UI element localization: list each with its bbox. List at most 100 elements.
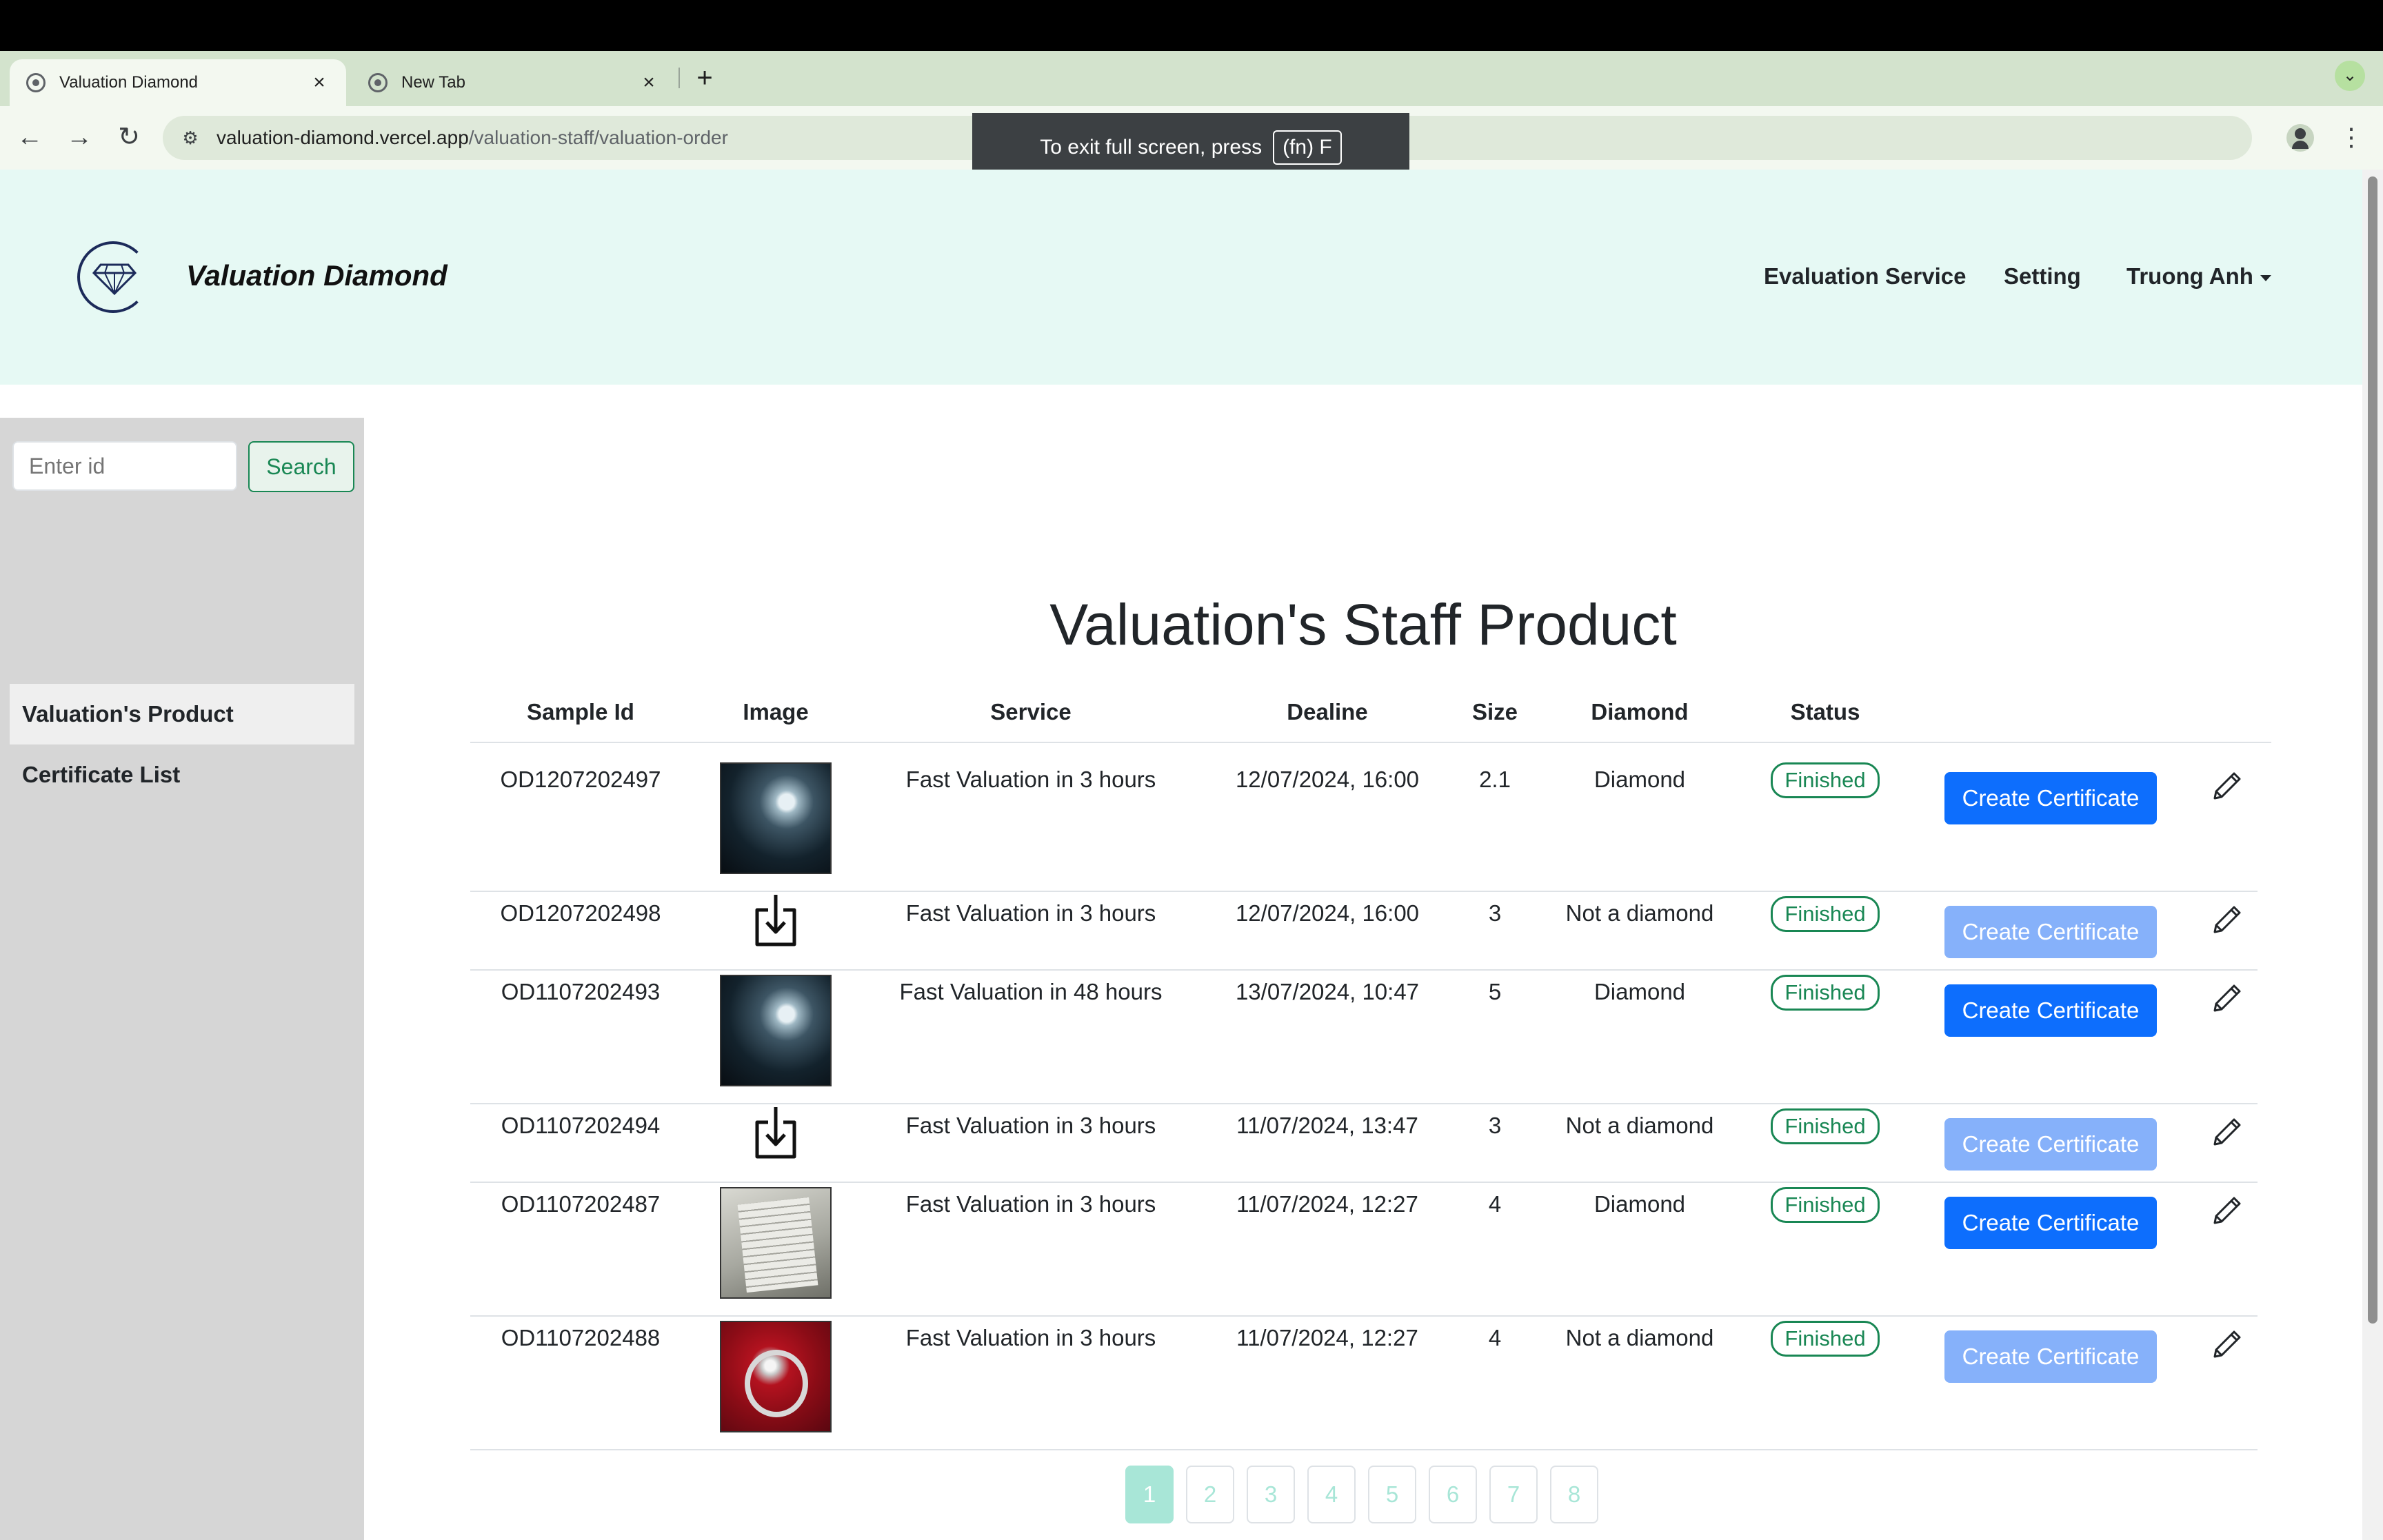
- nav-evaluation-service[interactable]: Evaluation Service: [1764, 263, 1966, 290]
- size-cell: 4: [1488, 1325, 1502, 1350]
- deadline-cell: 12/07/2024, 16:00: [1235, 767, 1420, 792]
- page-2-button[interactable]: 2: [1186, 1466, 1234, 1523]
- service-cell: Fast Valuation in 3 hours: [905, 767, 1156, 792]
- chrome-icon: [368, 73, 388, 92]
- page-title: Valuation's Staff Product: [1049, 592, 1677, 657]
- profile-avatar-icon[interactable]: [2286, 124, 2314, 152]
- reload-icon[interactable]: ↻: [112, 120, 146, 154]
- diamond-cell: Diamond: [1593, 979, 1686, 1004]
- tab-new-tab[interactable]: New Tab ×: [352, 59, 676, 106]
- search-button[interactable]: Search: [248, 441, 354, 492]
- create-certificate-button[interactable]: Create Certificate: [1944, 906, 2157, 958]
- page-3-button[interactable]: 3: [1247, 1466, 1295, 1523]
- row-divider: [470, 1315, 2258, 1317]
- close-icon[interactable]: ×: [309, 71, 330, 94]
- back-arrow-icon[interactable]: ←: [12, 120, 47, 154]
- tab-title: New Tab: [401, 73, 465, 92]
- browser-window: Valuation Diamond × New Tab × + ⌄ ← → ↻ …: [0, 0, 2383, 1540]
- diamond-cell: Not a diamond: [1565, 900, 1714, 926]
- download-icon[interactable]: [752, 1104, 800, 1159]
- status-badge: Finished: [1771, 1321, 1880, 1357]
- row-divider: [470, 891, 2258, 892]
- status-badge: Finished: [1771, 762, 1880, 798]
- pencil-icon[interactable]: [2211, 1328, 2244, 1361]
- pencil-icon[interactable]: [2211, 1115, 2244, 1148]
- sample-id-cell: OD1107202488: [501, 1325, 661, 1350]
- product-thumbnail[interactable]: [720, 1321, 832, 1432]
- service-cell: Fast Valuation in 3 hours: [905, 1191, 1156, 1217]
- page-6-button[interactable]: 6: [1429, 1466, 1477, 1523]
- scrollbar-thumb[interactable]: [2368, 176, 2377, 1324]
- deadline-cell: 11/07/2024, 13:47: [1236, 1113, 1418, 1138]
- sample-id-cell: OD1207202497: [500, 767, 661, 792]
- header-divider: [470, 742, 2271, 743]
- column-header-status: Status: [1790, 699, 1860, 725]
- tab-valuation-diamond[interactable]: Valuation Diamond ×: [10, 59, 346, 106]
- pencil-icon[interactable]: [2211, 1194, 2244, 1227]
- create-certificate-button[interactable]: Create Certificate: [1944, 984, 2157, 1037]
- site-info-icon[interactable]: ⚙: [179, 127, 201, 149]
- new-tab-button[interactable]: +: [691, 59, 718, 97]
- sidebar-item-label: Certificate List: [22, 762, 181, 787]
- screen-top-bar: [0, 0, 2383, 51]
- row-divider: [470, 1182, 2258, 1183]
- search-input[interactable]: [12, 441, 237, 491]
- page-1-button[interactable]: 1: [1125, 1466, 1174, 1523]
- url-path: /valuation-staff/valuation-order: [468, 127, 728, 148]
- column-header-diamond: Diamond: [1591, 699, 1689, 725]
- row-divider: [470, 969, 2258, 971]
- tab-list-chevron-icon[interactable]: ⌄: [2335, 61, 2365, 91]
- pencil-icon[interactable]: [2211, 982, 2244, 1015]
- product-thumbnail[interactable]: [720, 975, 832, 1086]
- url-text[interactable]: valuation-diamond.vercel.app/valuation-s…: [217, 127, 728, 149]
- product-thumbnail[interactable]: [720, 1187, 832, 1299]
- page-8-button[interactable]: 8: [1550, 1466, 1598, 1523]
- create-certificate-button[interactable]: Create Certificate: [1944, 1330, 2157, 1383]
- download-icon[interactable]: [752, 892, 800, 947]
- sidebar-item-label: Valuation's Product: [22, 701, 234, 727]
- diamond-logo-icon[interactable]: [77, 241, 149, 313]
- status-badge: Finished: [1771, 975, 1880, 1011]
- column-header-sample-id: Sample Id: [527, 699, 634, 725]
- sidebar-item-valuations-product[interactable]: Valuation's Product: [10, 684, 354, 744]
- service-cell: Fast Valuation in 3 hours: [905, 1113, 1156, 1138]
- diamond-cell: Not a diamond: [1565, 1113, 1714, 1138]
- main-content: Valuation's Staff Product Sample Id Imag…: [364, 385, 2362, 1540]
- forward-arrow-icon[interactable]: →: [62, 120, 97, 154]
- deadline-cell: 11/07/2024, 12:27: [1236, 1191, 1418, 1217]
- deadline-cell: 11/07/2024, 12:27: [1236, 1325, 1418, 1350]
- bookmark-star-icon[interactable]: ☆: [2379, 125, 2383, 153]
- page-5-button[interactable]: 5: [1368, 1466, 1416, 1523]
- tab-strip: Valuation Diamond × New Tab ×: [0, 51, 2383, 106]
- pencil-icon[interactable]: [2211, 769, 2244, 802]
- service-cell: Fast Valuation in 48 hours: [899, 979, 1163, 1004]
- create-certificate-button[interactable]: Create Certificate: [1944, 1118, 2157, 1171]
- sample-id-cell: OD1207202498: [500, 900, 661, 926]
- nav-setting[interactable]: Setting: [2004, 263, 2081, 290]
- sidebar: Search Valuation's Product Certificate L…: [0, 418, 364, 1540]
- row-divider: [470, 1449, 2258, 1450]
- create-certificate-button[interactable]: Create Certificate: [1944, 1197, 2157, 1249]
- create-certificate-button[interactable]: Create Certificate: [1944, 772, 2157, 824]
- pagination: 12345678: [1125, 1466, 1611, 1523]
- browser-menu-icon[interactable]: ⋮: [2337, 120, 2365, 154]
- site-header: Valuation Diamond Evaluation Service Set…: [0, 170, 2362, 385]
- page-7-button[interactable]: 7: [1489, 1466, 1538, 1523]
- row-divider: [470, 1103, 2258, 1104]
- deadline-cell: 13/07/2024, 10:47: [1235, 979, 1420, 1004]
- size-cell: 4: [1488, 1191, 1502, 1217]
- status-badge: Finished: [1771, 1108, 1880, 1144]
- sidebar-item-certificate-list[interactable]: Certificate List: [10, 744, 354, 805]
- sample-id-cell: OD1107202487: [501, 1191, 661, 1217]
- page-4-button[interactable]: 4: [1307, 1466, 1356, 1523]
- deadline-cell: 12/07/2024, 16:00: [1235, 900, 1420, 926]
- pencil-icon[interactable]: [2211, 903, 2244, 936]
- close-icon[interactable]: ×: [639, 71, 659, 94]
- product-thumbnail[interactable]: [720, 762, 832, 874]
- column-header-deadline: Dealine: [1287, 699, 1368, 725]
- toast-text: To exit full screen, press: [1040, 136, 1263, 159]
- toast-key: (fn) F: [1273, 130, 1342, 165]
- column-header-service: Service: [990, 699, 1072, 725]
- nav-user-dropdown[interactable]: Truong Anh: [2126, 263, 2271, 290]
- brand-name[interactable]: Valuation Diamond: [186, 259, 448, 292]
